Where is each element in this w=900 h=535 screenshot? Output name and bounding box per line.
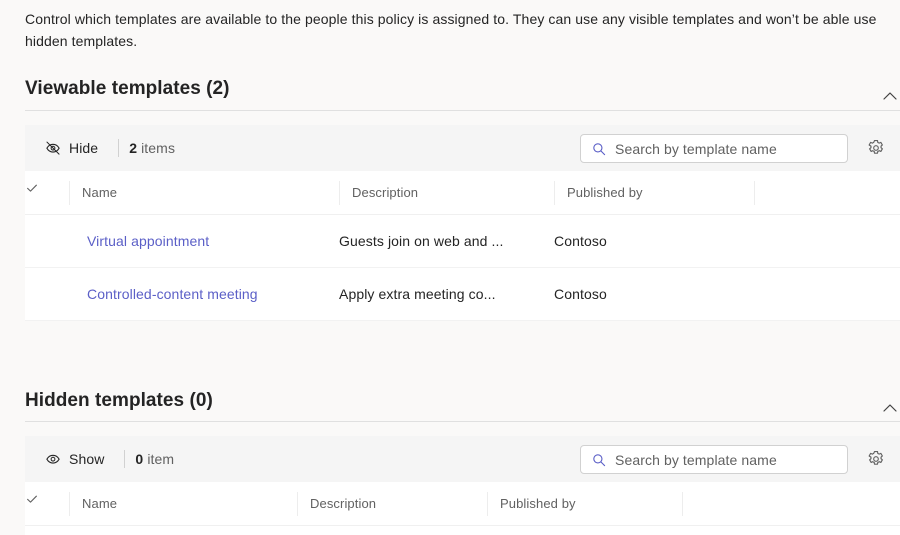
hidden-search-box[interactable]: [580, 445, 848, 474]
checkmark-icon: [25, 492, 69, 516]
cell-description: Apply extra meeting co...: [339, 268, 554, 321]
viewable-templates-card: Hide 2 items: [25, 125, 900, 321]
hide-button-label: Hide: [69, 140, 98, 156]
table-row[interactable]: Controlled-content meeting Apply extra m…: [25, 268, 900, 321]
section-divider-hidden: [25, 421, 900, 422]
template-policy-panel: Control which templates are available to…: [0, 0, 900, 535]
viewable-toolbar: Hide 2 items: [25, 125, 900, 171]
column-header-spacer: [754, 171, 900, 215]
checkmark-icon: [25, 181, 69, 205]
viewable-item-count-value: 2: [129, 140, 137, 156]
chevron-up-icon[interactable]: [880, 86, 900, 106]
cell-spacer: [754, 215, 900, 268]
table-row[interactable]: Virtual appointment Guests join on web a…: [25, 215, 900, 268]
gear-icon[interactable]: [866, 138, 886, 158]
viewable-search-input[interactable]: [615, 141, 847, 157]
row-select-cell[interactable]: [25, 268, 69, 321]
hide-button[interactable]: Hide: [36, 134, 106, 162]
cell-published-by: Contoso: [554, 268, 754, 321]
cell-published-by: Contoso: [554, 215, 754, 268]
template-link[interactable]: Virtual appointment: [69, 233, 209, 249]
cell-description: Guests join on web and ...: [339, 215, 554, 268]
row-select-cell[interactable]: [25, 215, 69, 268]
column-header-name[interactable]: Name: [69, 171, 339, 215]
section-header-viewable: Viewable templates (2): [25, 78, 900, 122]
table-header-row: Name Description Published by: [25, 171, 900, 215]
show-button-label: Show: [69, 451, 104, 467]
viewable-search-box[interactable]: [580, 134, 848, 163]
column-header-description[interactable]: Description: [297, 482, 487, 526]
select-all-header[interactable]: [25, 482, 69, 526]
column-header-spacer: [682, 482, 900, 526]
toolbar-divider: [118, 139, 119, 157]
cell-name[interactable]: Virtual appointment: [69, 215, 339, 268]
intro-description: Control which templates are available to…: [25, 8, 885, 52]
gear-icon[interactable]: [866, 449, 886, 469]
eye-off-icon: [44, 139, 62, 157]
select-all-header[interactable]: [25, 171, 69, 215]
search-icon: [591, 141, 607, 157]
toolbar-divider: [124, 450, 125, 468]
viewable-item-count-unit: items: [141, 140, 175, 156]
viewable-item-count: 2 items: [129, 140, 175, 156]
hidden-item-count-unit: item: [147, 451, 174, 467]
hidden-templates-card: Show 0 item: [25, 436, 900, 535]
table-header-row: Name Description Published by: [25, 482, 900, 526]
section-title-hidden: Hidden templates (0): [25, 390, 213, 412]
viewable-templates-table: Name Description Published by Virtual ap…: [25, 171, 900, 321]
hidden-search-input[interactable]: [615, 452, 847, 468]
hidden-templates-table: Name Description Published by: [25, 482, 900, 526]
template-link[interactable]: Controlled-content meeting: [69, 286, 258, 302]
eye-icon: [44, 450, 62, 468]
hidden-item-count: 0 item: [135, 451, 174, 467]
chevron-up-icon[interactable]: [880, 398, 900, 418]
section-divider-viewable: [25, 110, 900, 111]
section-header-hidden: Hidden templates (0): [25, 390, 900, 434]
hidden-item-count-value: 0: [135, 451, 143, 467]
column-header-published-by[interactable]: Published by: [554, 171, 754, 215]
hidden-toolbar: Show 0 item: [25, 436, 900, 482]
cell-spacer: [754, 268, 900, 321]
cell-name[interactable]: Controlled-content meeting: [69, 268, 339, 321]
column-header-name[interactable]: Name: [69, 482, 297, 526]
column-header-published-by[interactable]: Published by: [487, 482, 682, 526]
search-icon: [591, 452, 607, 468]
show-button[interactable]: Show: [36, 445, 112, 473]
column-header-description[interactable]: Description: [339, 171, 554, 215]
section-title-viewable: Viewable templates (2): [25, 78, 230, 100]
